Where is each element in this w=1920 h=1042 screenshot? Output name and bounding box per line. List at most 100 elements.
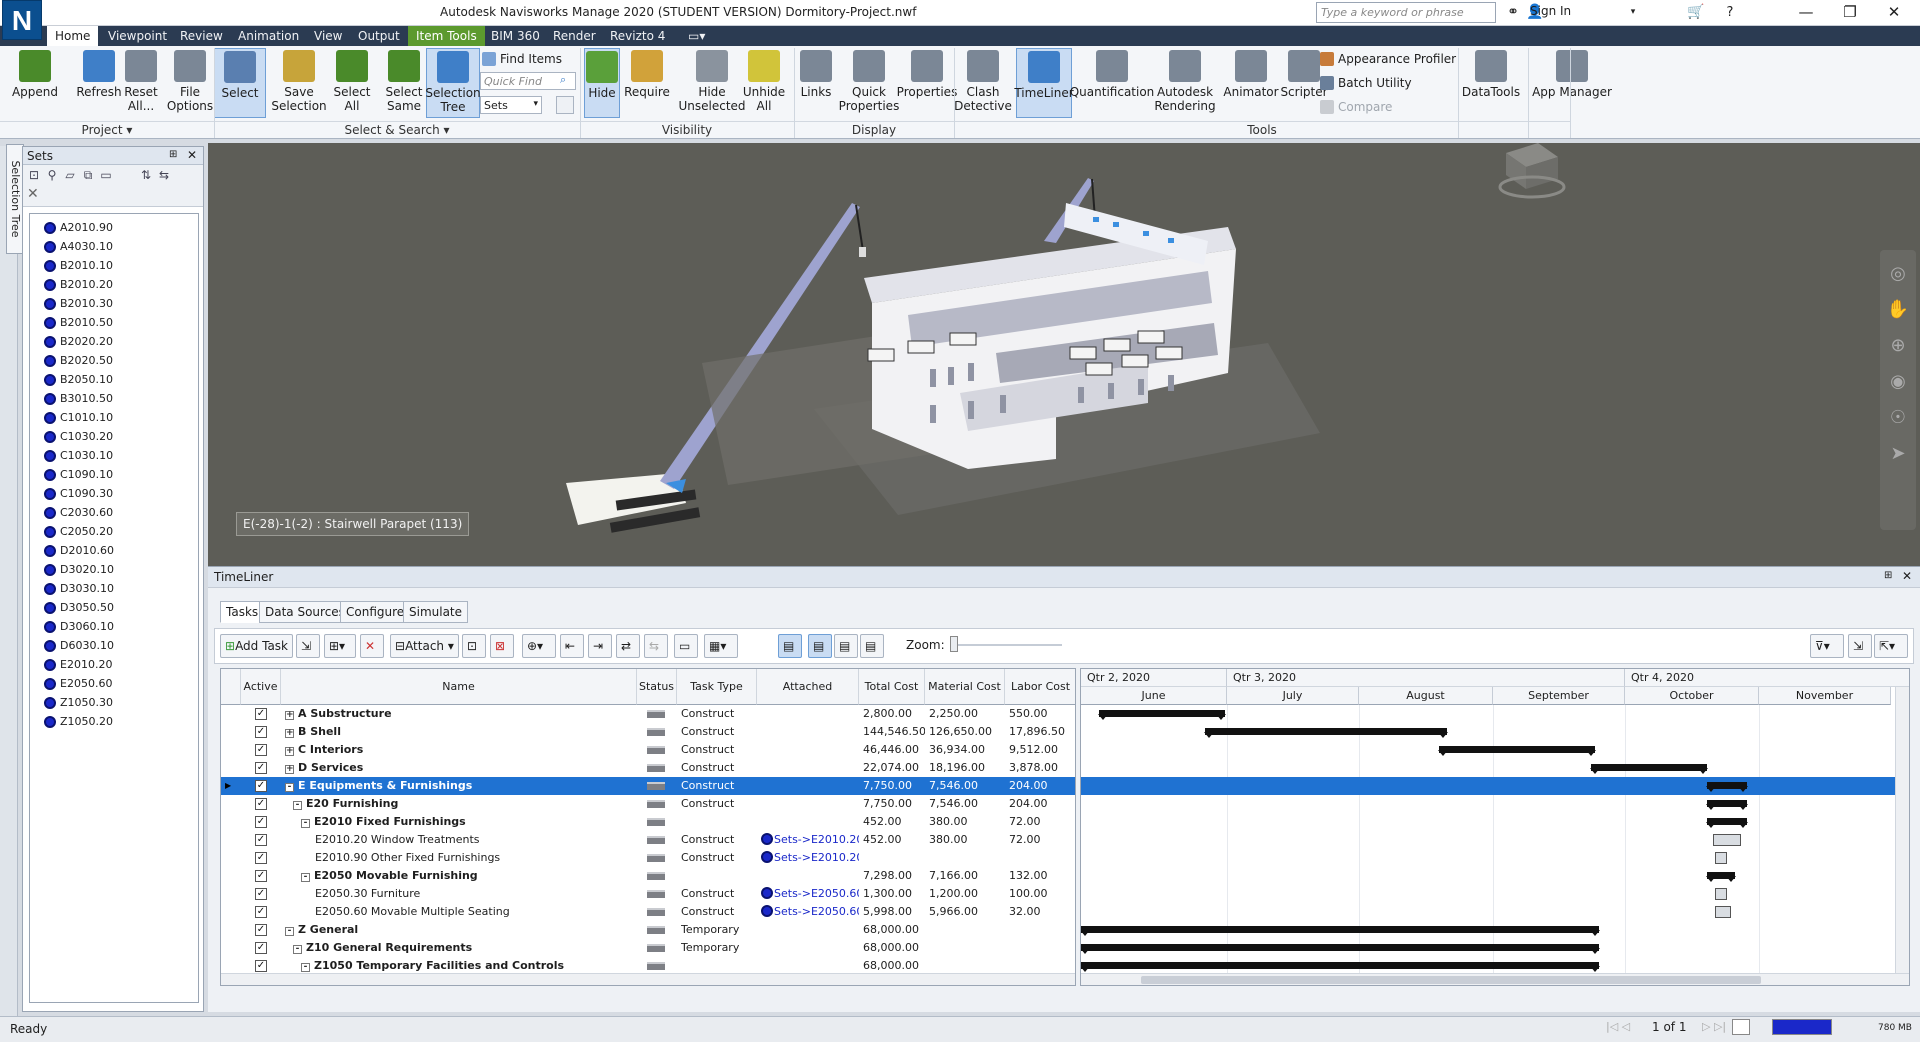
task-row[interactable]: ▶ ✓ - E Equipments & Furnishings Construct 7,… bbox=[221, 777, 1075, 795]
vertical-scrollbar[interactable] bbox=[1895, 687, 1909, 977]
first-page-icon[interactable]: |◁ ◁ bbox=[1606, 1020, 1630, 1033]
active-checkbox[interactable]: ✓ bbox=[255, 726, 267, 738]
add-comment-icon[interactable]: ▭ bbox=[674, 634, 698, 658]
task-bar[interactable] bbox=[1713, 834, 1741, 846]
active-checkbox[interactable]: ✓ bbox=[255, 942, 267, 954]
set-item[interactable]: D2010.60 bbox=[30, 541, 198, 560]
tab-animation[interactable]: Animation bbox=[230, 26, 307, 46]
expand-toggle-icon[interactable]: - bbox=[301, 819, 310, 828]
restore-icon[interactable]: ❐ bbox=[1828, 0, 1872, 26]
set-item[interactable]: Z1050.20 bbox=[30, 712, 198, 731]
gantt-row[interactable] bbox=[1081, 723, 1909, 741]
attach-button[interactable]: ⊟Attach ▾ bbox=[390, 634, 459, 658]
save-selection-button[interactable]: Save Selection bbox=[270, 48, 328, 118]
set-item[interactable]: A2010.90 bbox=[30, 218, 198, 237]
steering-wheel-icon[interactable]: ◎ bbox=[1880, 256, 1916, 292]
task-type[interactable]: Construct bbox=[681, 795, 757, 813]
group-select-search[interactable]: Select & Search ▾ bbox=[214, 121, 580, 137]
expand-toggle-icon[interactable]: + bbox=[285, 765, 294, 774]
model-render[interactable] bbox=[208, 143, 1920, 566]
set-item[interactable]: B2010.10 bbox=[30, 256, 198, 275]
help-icon[interactable]: ? bbox=[1720, 2, 1740, 23]
gantt-row[interactable] bbox=[1081, 867, 1909, 885]
delete-icon[interactable]: ✕ bbox=[23, 186, 203, 202]
insert-task-icon[interactable]: ⇲ bbox=[296, 634, 320, 658]
summary-bar[interactable] bbox=[1098, 710, 1226, 720]
app-manager-button[interactable]: App Manager bbox=[1530, 48, 1614, 118]
autodesk-rendering-button[interactable]: Autodesk Rendering bbox=[1152, 48, 1218, 118]
auto-add-tasks-icon[interactable]: ⊞▾ bbox=[324, 634, 356, 658]
new-folder-icon[interactable]: ▱ bbox=[61, 168, 79, 182]
summary-bar[interactable] bbox=[1706, 800, 1748, 810]
summary-bar[interactable] bbox=[1438, 746, 1596, 756]
unhide-all-button[interactable]: Unhide All bbox=[738, 48, 790, 118]
hide-button[interactable]: Hide bbox=[584, 48, 620, 118]
gantt-row[interactable] bbox=[1081, 831, 1909, 849]
active-checkbox[interactable]: ✓ bbox=[255, 852, 267, 864]
pin-icon[interactable]: ⊞ bbox=[169, 149, 177, 160]
sort-icon[interactable]: ⇅ bbox=[137, 168, 155, 182]
attached-set[interactable]: Sets->E2050.60 bbox=[761, 903, 859, 921]
active-checkbox[interactable]: ✓ bbox=[255, 708, 267, 720]
summary-bar[interactable] bbox=[1590, 764, 1708, 774]
attached-set[interactable]: Sets->E2050.60 bbox=[761, 885, 859, 903]
summary-bar[interactable] bbox=[1706, 872, 1736, 882]
set-item[interactable]: C1030.20 bbox=[30, 427, 198, 446]
active-checkbox[interactable]: ✓ bbox=[255, 816, 267, 828]
gantt-row[interactable] bbox=[1081, 903, 1909, 921]
camera-icon[interactable]: ▭▾ bbox=[680, 26, 713, 46]
view-tasks-icon[interactable]: ▤ bbox=[778, 634, 802, 658]
tab-simulate[interactable]: Simulate bbox=[403, 601, 469, 623]
active-checkbox[interactable]: ✓ bbox=[255, 834, 267, 846]
indent-icon[interactable]: ⇄ bbox=[616, 634, 640, 658]
sign-in-link[interactable]: Sign In bbox=[1530, 4, 1571, 18]
zoom-slider-thumb[interactable] bbox=[950, 636, 958, 652]
orbit-icon[interactable]: ◉ bbox=[1880, 364, 1916, 400]
column-total-cost[interactable]: Total Cost bbox=[859, 669, 925, 705]
set-item[interactable]: E2010.20 bbox=[30, 655, 198, 674]
task-row[interactable]: ✓ E2010.20 Window Treatments Construct Sets… bbox=[221, 831, 1075, 849]
look-icon[interactable]: ☉ bbox=[1880, 400, 1916, 436]
task-type[interactable]: Construct bbox=[681, 723, 757, 741]
active-checkbox[interactable]: ✓ bbox=[255, 762, 267, 774]
task-type[interactable]: Construct bbox=[681, 777, 757, 795]
tab-viewpoint[interactable]: Viewpoint bbox=[100, 26, 175, 46]
batch-utility-button[interactable]: Batch Utility bbox=[1320, 74, 1412, 92]
summary-bar[interactable] bbox=[1081, 944, 1600, 954]
chevron-down-icon[interactable]: ▾ bbox=[1628, 2, 1638, 23]
task-row[interactable]: ✓ - Z General Temporary 68,000.00 bbox=[221, 921, 1075, 939]
set-item[interactable]: D3020.10 bbox=[30, 560, 198, 579]
task-row[interactable]: ✓ + B Shell Construct 144,546.50 126,650.00 17… bbox=[221, 723, 1075, 741]
select-button[interactable]: Select bbox=[214, 48, 266, 118]
task-type[interactable]: Temporary bbox=[681, 921, 757, 939]
manage-sets-icon[interactable] bbox=[556, 96, 574, 114]
gantt-row[interactable] bbox=[1081, 741, 1909, 759]
columns-icon[interactable]: ▦▾ bbox=[704, 634, 738, 658]
set-item[interactable]: B2010.20 bbox=[30, 275, 198, 294]
attached-set[interactable]: Sets->E2010.20 bbox=[761, 831, 859, 849]
find-items-button[interactable]: Find Items bbox=[482, 50, 562, 68]
task-type[interactable]: Construct bbox=[681, 903, 757, 921]
zoom-slider[interactable] bbox=[950, 644, 1062, 646]
clash-detective-button[interactable]: Clash Detective bbox=[954, 48, 1012, 118]
summary-bar[interactable] bbox=[1081, 962, 1600, 972]
selection-tree-button[interactable]: Selection Tree bbox=[425, 48, 481, 118]
active-checkbox[interactable]: ✓ bbox=[255, 906, 267, 918]
file-options-button[interactable]: File Options bbox=[164, 48, 216, 118]
delete-task-icon[interactable]: ✕ bbox=[360, 634, 384, 658]
move-up-icon[interactable]: ⇤ bbox=[560, 634, 584, 658]
set-item[interactable]: E2050.60 bbox=[30, 674, 198, 693]
expand-toggle-icon[interactable]: + bbox=[285, 711, 294, 720]
set-item[interactable]: B3010.50 bbox=[30, 389, 198, 408]
active-checkbox[interactable]: ✓ bbox=[255, 780, 267, 792]
gantt-row[interactable] bbox=[1081, 795, 1909, 813]
set-item[interactable]: A4030.10 bbox=[30, 237, 198, 256]
set-item[interactable]: C1090.30 bbox=[30, 484, 198, 503]
sheet-browser-icon[interactable] bbox=[1732, 1019, 1750, 1035]
active-checkbox[interactable]: ✓ bbox=[255, 870, 267, 882]
timeliner-button[interactable]: TimeLiner bbox=[1014, 48, 1074, 118]
tab-data-sources[interactable]: Data Sources bbox=[259, 601, 351, 623]
task-type[interactable]: Construct bbox=[681, 831, 757, 849]
active-checkbox[interactable]: ✓ bbox=[255, 924, 267, 936]
tab-tasks[interactable]: Tasks bbox=[220, 601, 265, 623]
